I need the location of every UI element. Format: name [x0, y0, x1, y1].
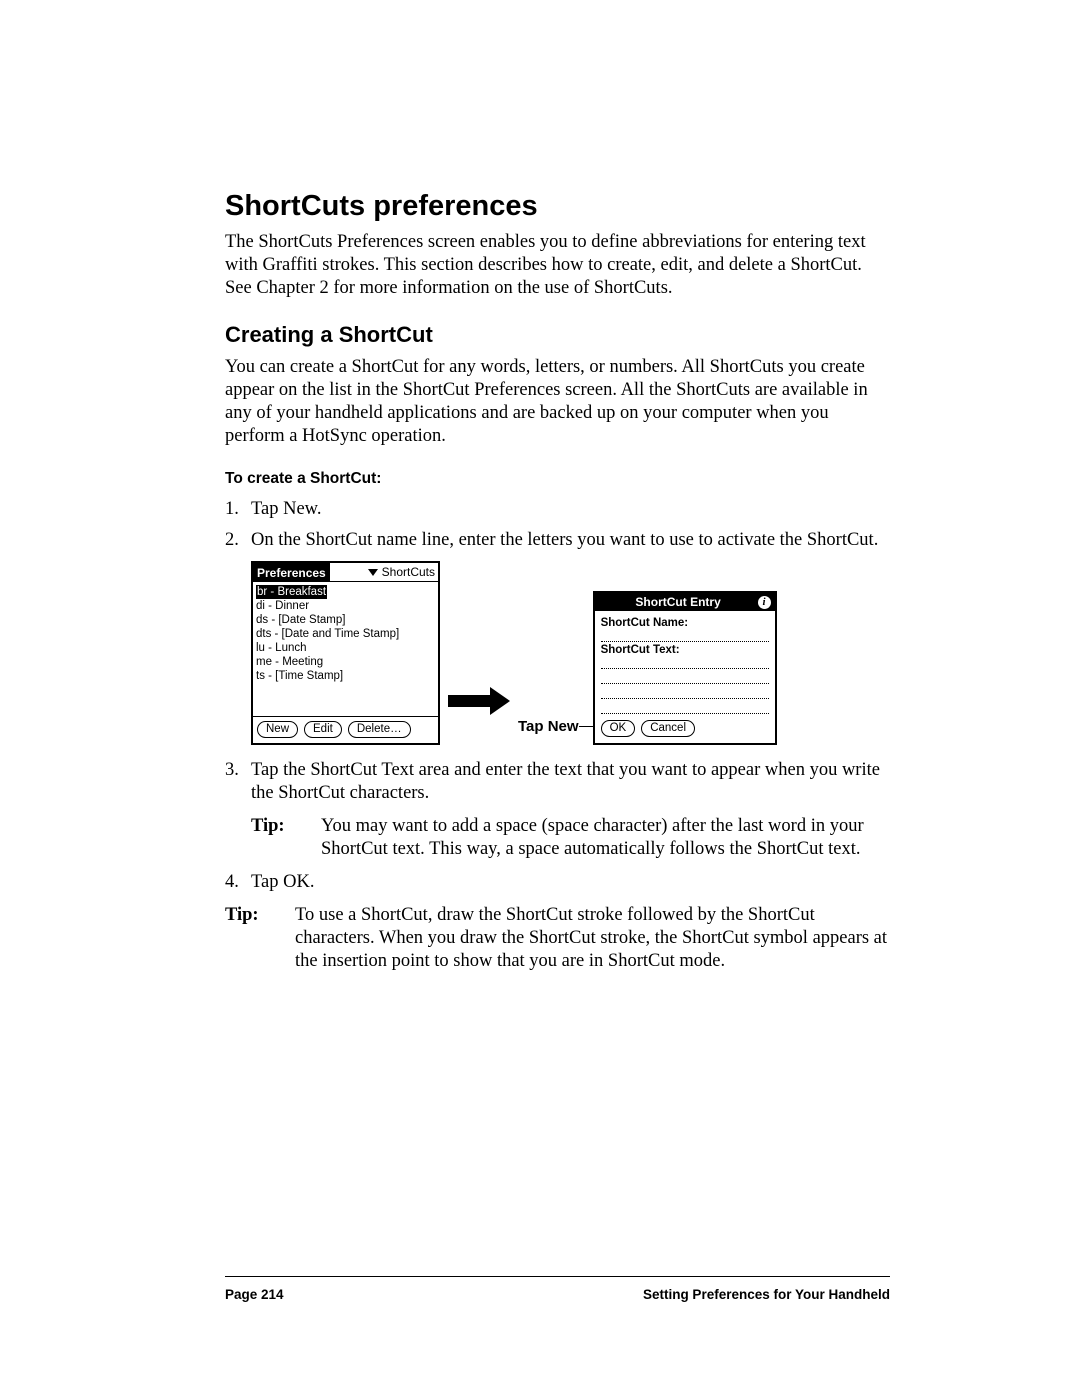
preferences-title: Preferences — [253, 563, 330, 581]
category-picker[interactable]: ShortCuts — [365, 563, 438, 581]
list-item[interactable]: me - Meeting — [256, 655, 435, 669]
step-1: Tap New. — [225, 498, 890, 521]
tip-label: Tip: — [251, 815, 321, 861]
shortcut-text-field[interactable] — [601, 671, 769, 684]
chevron-down-icon — [368, 569, 378, 576]
list-item[interactable]: br - Breakfast — [256, 585, 327, 599]
ok-button[interactable]: OK — [601, 720, 636, 737]
tip-label: Tip: — [225, 904, 295, 973]
heading-creating-shortcut: Creating a ShortCut — [225, 322, 890, 348]
list-item[interactable]: dts - [Date and Time Stamp] — [256, 627, 435, 641]
heading-shortcuts-preferences: ShortCuts preferences — [225, 190, 890, 223]
shortcut-text-field[interactable] — [601, 656, 769, 669]
callout-leader-line — [579, 726, 593, 727]
arrow-right-icon — [448, 687, 510, 715]
list-item[interactable]: ds - [Date Stamp] — [256, 613, 435, 627]
category-label: ShortCuts — [382, 565, 435, 579]
section-title: Setting Preferences for Your Handheld — [643, 1287, 890, 1302]
figure-shortcut-screens: Preferences ShortCuts br - Breakfast di … — [251, 561, 890, 745]
list-item[interactable]: lu - Lunch — [256, 641, 435, 655]
dialog-title: ShortCut Entry — [635, 595, 720, 609]
shortcut-name-label: ShortCut Name: — [601, 617, 769, 629]
create-intro-paragraph: You can create a ShortCut for any words,… — [225, 356, 890, 448]
intro-paragraph: The ShortCuts Preferences screen enables… — [225, 231, 890, 300]
shortcut-text-field[interactable] — [601, 701, 769, 714]
page-footer: Page 214 Setting Preferences for Your Ha… — [225, 1276, 890, 1302]
edit-button[interactable]: Edit — [304, 721, 342, 738]
tip-text: To use a ShortCut, draw the ShortCut str… — [295, 904, 890, 973]
tip-text: You may want to add a space (space chara… — [321, 815, 890, 861]
preferences-screen: Preferences ShortCuts br - Breakfast di … — [251, 561, 440, 745]
callout-tap-new: Tap New — [518, 718, 579, 735]
shortcut-text-label: ShortCut Text: — [601, 644, 769, 656]
step-4: Tap OK. — [225, 871, 890, 894]
shortcut-entry-dialog: ShortCut Entry i ShortCut Name: ShortCut… — [593, 591, 777, 745]
step-3: Tap the ShortCut Text area and enter the… — [225, 759, 890, 805]
procedure-title: To create a ShortCut: — [225, 470, 890, 488]
page-number: Page 214 — [225, 1287, 284, 1302]
cancel-button[interactable]: Cancel — [641, 720, 695, 737]
delete-button[interactable]: Delete… — [348, 721, 411, 738]
list-item[interactable]: di - Dinner — [256, 599, 435, 613]
shortcut-name-field[interactable] — [601, 629, 769, 642]
shortcut-list[interactable]: br - Breakfast di - Dinner ds - [Date St… — [253, 581, 438, 716]
tip-block: Tip: To use a ShortCut, draw the ShortCu… — [225, 904, 890, 973]
shortcut-text-field[interactable] — [601, 686, 769, 699]
new-button[interactable]: New — [257, 721, 298, 738]
info-icon[interactable]: i — [758, 596, 771, 609]
step-2: On the ShortCut name line, enter the let… — [225, 529, 890, 552]
list-item[interactable]: ts - [Time Stamp] — [256, 669, 435, 683]
tip-block: Tip: You may want to add a space (space … — [251, 815, 890, 861]
